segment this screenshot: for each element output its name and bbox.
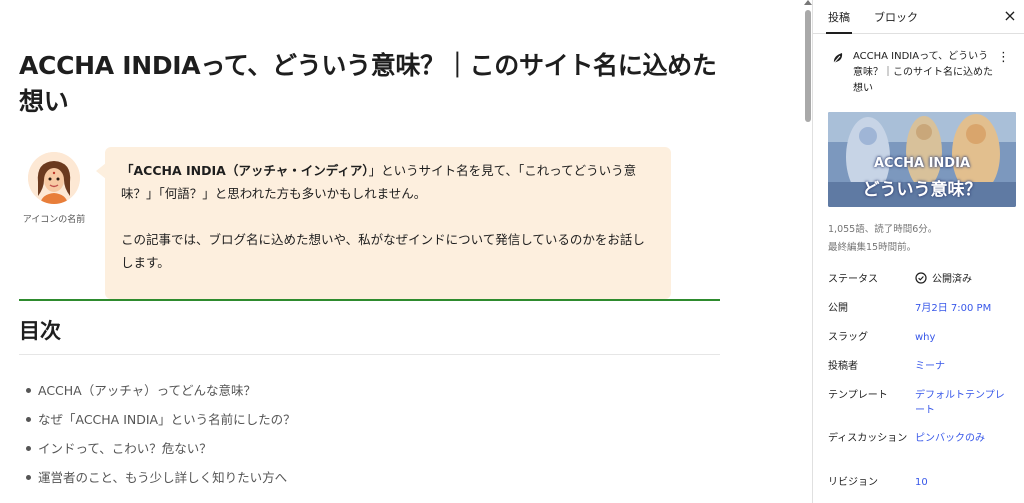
avatar-name: アイコンの名前 <box>22 215 86 225</box>
discussion-label: ディスカッション <box>828 433 908 444</box>
status-label: ステータス <box>828 274 878 285</box>
author-label: 投稿者 <box>828 361 858 372</box>
featured-image-subtitle: どういう意味？ <box>862 180 982 200</box>
close-icon[interactable]: × <box>1001 7 1019 25</box>
speech-paragraph-2[interactable]: この記事では、ブログ名に込めた想いや、私がなぜインドについて発信しているのかをお… <box>121 228 653 274</box>
slug-label: スラッグ <box>828 332 868 343</box>
template-button[interactable]: デフォルトテンプレート <box>915 388 1007 418</box>
check-circle-icon <box>915 272 927 284</box>
tab-post[interactable]: 投稿 <box>826 9 852 34</box>
status-button[interactable]: 公開済み <box>915 272 1007 287</box>
toc-top-border <box>19 299 720 301</box>
publish-label: 公開 <box>828 303 848 314</box>
toc-item[interactable]: 運営者のこと、もう少し詳しく知りたい方へ <box>26 463 296 492</box>
speech-bubble[interactable]: 「ACCHA INDIA（アッチャ・インディア）」というサイト名を見て、「これっ… <box>96 147 671 299</box>
revisions-button[interactable]: 10 <box>915 475 1007 490</box>
scroll-up-arrow-icon[interactable] <box>804 0 812 5</box>
toc-divider <box>19 354 720 355</box>
tab-block[interactable]: ブロック <box>874 9 918 25</box>
featured-image-title: ACCHA INDIA <box>873 156 970 171</box>
toc-item[interactable]: ACCHA（アッチャ）ってどんな意味？ <box>26 376 296 405</box>
word-count: 1,055語、読了時間6分。 <box>828 224 938 235</box>
more-vertical-icon[interactable]: ⋮ <box>997 50 1010 66</box>
post-title[interactable]: ACCHA INDIAって、どういう意味？｜このサイト名に込めた想い <box>19 48 719 120</box>
featured-image[interactable]: ACCHA INDIA どういう意味？ <box>828 112 1016 207</box>
status-value: 公開済み <box>932 274 972 285</box>
toc-list: ACCHA（アッチャ）ってどんな意味？ なぜ「ACCHA INDIA」という名前… <box>26 376 296 492</box>
post-card-title: ACCHA INDIAって、どういう意味？｜このサイト名に込めた想い <box>853 51 993 94</box>
leaf-icon <box>832 53 843 65</box>
sidebar-tabs: 投稿 ブロック × <box>813 0 1024 34</box>
toc-item[interactable]: インドって、こわい？危ない？ <box>26 434 296 463</box>
scrollbar-thumb[interactable] <box>805 10 811 122</box>
slug-button[interactable]: why <box>915 330 1007 345</box>
revisions-label: リビジョン <box>828 477 878 488</box>
discussion-button[interactable]: ピンバックのみ <box>915 431 1007 446</box>
template-label: テンプレート <box>828 390 888 401</box>
author-button[interactable]: ミーナ <box>915 359 1007 374</box>
publish-date-button[interactable]: 7月2日 7:00 PM <box>915 301 1007 316</box>
toc-item[interactable]: なぜ「ACCHA INDIA」という名前にしたの？ <box>26 405 296 434</box>
editor-canvas[interactable]: ACCHA INDIAって、どういう意味？｜このサイト名に込めた想い アイコンの… <box>0 0 812 503</box>
speech-bold-text: 「ACCHA INDIA（アッチャ・インディア） <box>121 163 369 178</box>
avatar <box>28 152 80 204</box>
settings-sidebar: 投稿 ブロック × ACCHA INDIAって、どういう意味？｜このサイト名に込… <box>812 0 1024 503</box>
toc-heading: 目次 <box>19 319 61 343</box>
last-edited: 最終編集15時間前。 <box>828 242 917 253</box>
speech-paragraph-1[interactable]: 「ACCHA INDIA（アッチャ・インディア）」というサイト名を見て、「これっ… <box>121 159 653 205</box>
